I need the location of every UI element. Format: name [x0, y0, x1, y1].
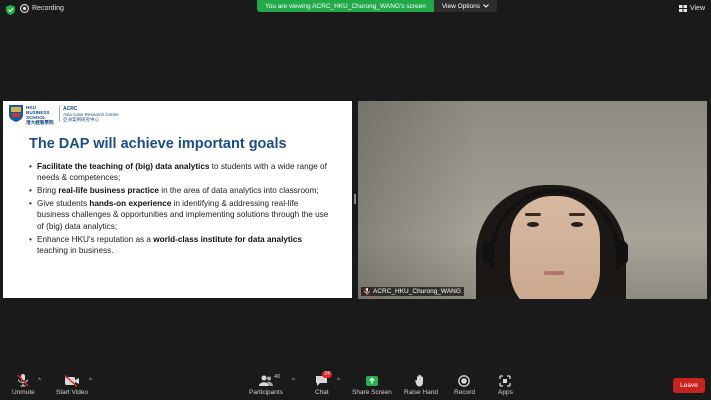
split-view-handle[interactable]	[354, 194, 356, 204]
slide-title: The DAP will achieve important goals	[29, 136, 287, 152]
chevron-up-icon[interactable]: ^	[292, 378, 295, 384]
video-camera-off-icon	[64, 374, 80, 387]
bullet-item: Give students hands-on experience in ide…	[29, 198, 329, 232]
participants-label: Participants	[249, 389, 283, 396]
zoom-window: Recording You are viewing ACRC_HKU_Churo…	[0, 0, 711, 400]
apps-label: Apps	[498, 389, 513, 396]
chevron-up-icon[interactable]: ^	[38, 378, 41, 384]
microphone-muted-icon	[17, 374, 29, 387]
bullet-item: Bring real-life business practice in the…	[29, 185, 329, 196]
mic-muted-icon	[364, 288, 370, 295]
top-bar: Recording You are viewing ACRC_HKU_Churo…	[0, 0, 711, 20]
view-options-label: View Options	[441, 2, 480, 10]
slide-bullets: Facilitate the teaching of (big) data an…	[29, 161, 329, 258]
record-dot-icon	[21, 5, 28, 12]
chevron-down-icon	[483, 4, 489, 8]
start-video-button[interactable]: Start Video	[56, 374, 88, 396]
participants-icon	[258, 375, 273, 386]
hku-crest-logo	[9, 105, 23, 122]
screen-share-banner: You are viewing ACRC_HKU_Churong_WANG's …	[257, 0, 497, 12]
raise-hand-label: Raise Hand	[404, 389, 438, 396]
view-label: View	[689, 5, 705, 12]
unmute-button[interactable]: Unmute	[12, 374, 35, 396]
apps-icon	[499, 374, 512, 387]
chevron-up-icon[interactable]: ^	[89, 378, 92, 384]
headset-earpiece	[482, 241, 492, 263]
share-screen-icon	[365, 375, 378, 386]
shared-screen: HKU BUSINESS SCHOOL 港大經管學院 ACRC Asia Cas…	[3, 101, 352, 298]
bullet-item: Facilitate the teaching of (big) data an…	[29, 161, 329, 183]
share-screen-label: Share Screen	[352, 389, 392, 396]
record-button[interactable]: Record	[454, 374, 475, 396]
recording-indicator[interactable]: Recording	[21, 5, 64, 12]
headset-earpiece	[616, 241, 628, 265]
chat-unread-badge: 24	[322, 371, 332, 378]
video-background	[358, 101, 478, 299]
logo-divider	[59, 106, 60, 122]
record-label: Record	[454, 389, 475, 396]
slide-logo-header: HKU BUSINESS SCHOOL 港大經管學院 ACRC Asia Cas…	[3, 101, 352, 129]
participant-name: ACRC_HKU_Churong_WANG	[373, 288, 461, 295]
grid-view-icon	[678, 5, 687, 12]
hand-icon	[415, 374, 424, 387]
view-options-button[interactable]: View Options	[433, 0, 497, 12]
participant-mouth	[544, 271, 564, 275]
share-screen-button[interactable]: Share Screen	[352, 374, 392, 396]
record-icon	[458, 374, 471, 387]
unmute-label: Unmute	[12, 389, 35, 396]
chat-label: Chat	[315, 389, 329, 396]
participants-count: 40	[273, 374, 281, 380]
chevron-up-icon[interactable]: ^	[337, 378, 340, 384]
recording-label: Recording	[32, 5, 64, 12]
leave-button[interactable]: Leave	[673, 378, 705, 393]
shield-icon[interactable]	[6, 5, 15, 15]
view-button[interactable]: View	[678, 5, 705, 12]
raise-hand-button[interactable]: Raise Hand	[404, 374, 438, 396]
participant-name-tag: ACRC_HKU_Churong_WANG	[361, 287, 464, 296]
apps-button[interactable]: Apps	[498, 374, 513, 396]
chat-button[interactable]: 24 Chat	[315, 371, 332, 396]
participants-button[interactable]: 40 Participants	[249, 374, 283, 396]
meeting-toolbar: Unmute ^ Start Video ^ 40 Participants ^…	[0, 371, 711, 400]
viewing-banner-text: You are viewing ACRC_HKU_Churong_WANG's …	[257, 0, 434, 12]
participant-video[interactable]: ACRC_HKU_Churong_WANG	[358, 101, 707, 299]
bullet-item: Enhance HKU's reputation as a world-clas…	[29, 234, 329, 256]
start-video-label: Start Video	[56, 389, 89, 396]
hku-business-school-logo: HKU BUSINESS SCHOOL 港大經管學院	[26, 105, 54, 125]
acrc-logo: ACRC Asia Case Research Centre 亞洲案例研究中心	[63, 106, 119, 123]
